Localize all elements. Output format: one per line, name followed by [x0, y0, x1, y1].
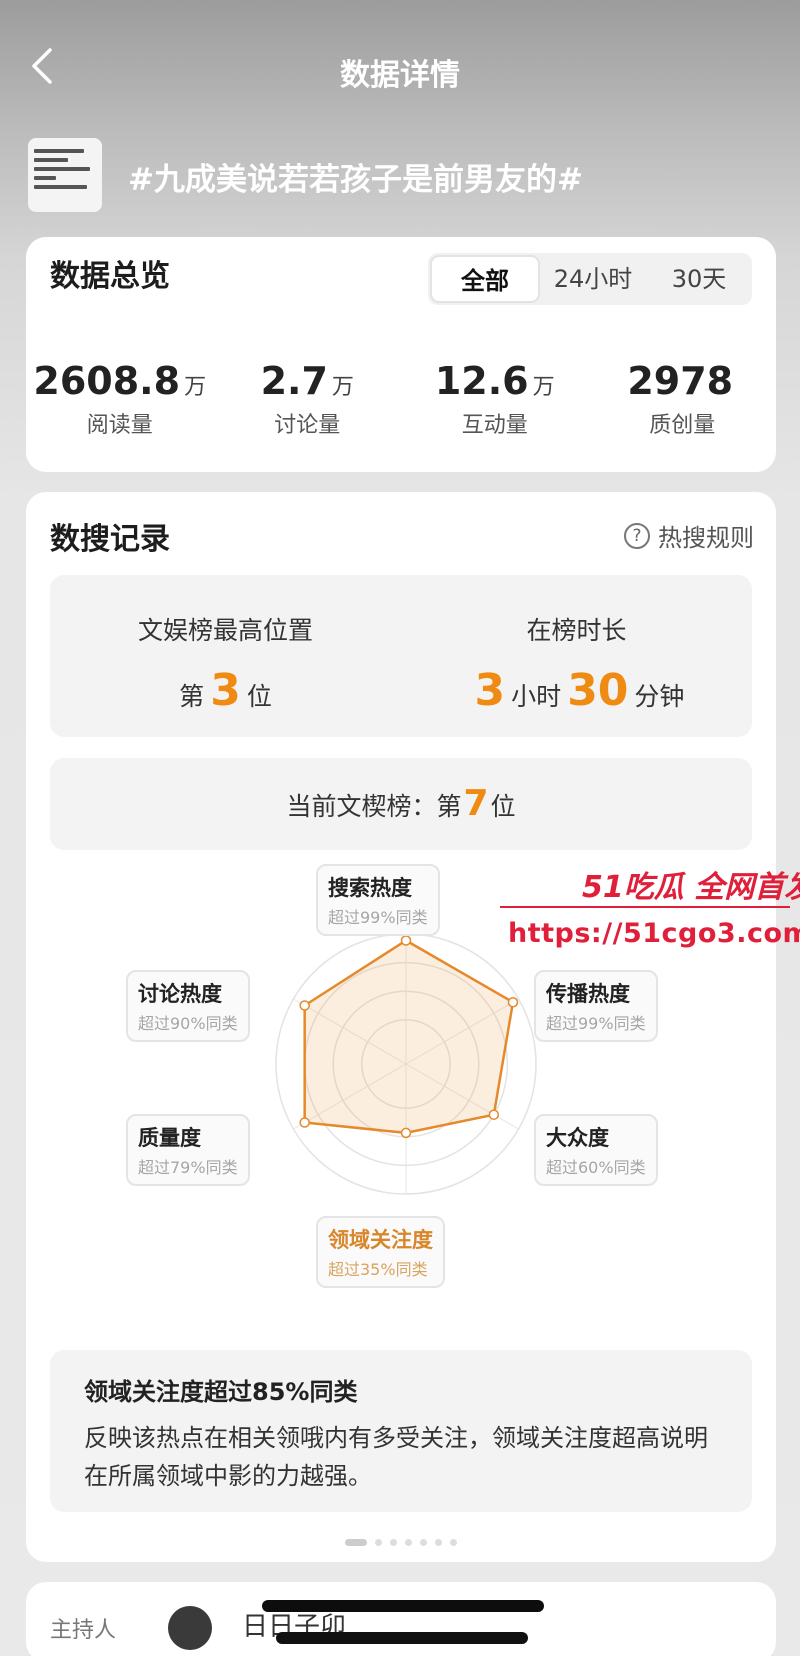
stat-unit: 万: [184, 375, 207, 400]
rules-label: 热搜规则: [658, 524, 754, 552]
tab-all[interactable]: 全部: [430, 255, 540, 303]
radar-label-sub: 超过99%同类: [546, 1014, 646, 1033]
watermark-brand: 51吃瓜 全网首发: [582, 870, 800, 905]
radar-point: [299, 1000, 310, 1011]
watermark-line: [500, 906, 790, 908]
best-position-heading: 文娱榜最高位置: [137, 616, 313, 645]
radar-label-name: 大众度: [546, 1126, 609, 1150]
radar-label-name: 传播热度: [546, 982, 630, 1006]
watermark: 51吃瓜 全网首发 https://51cgo3.com: [496, 862, 800, 962]
radar-label-sub: 超过60%同类: [546, 1158, 646, 1177]
page-dot[interactable]: [420, 1539, 427, 1546]
radar-label-search[interactable]: 搜索热度 超过99%同类: [316, 864, 440, 936]
rules-link[interactable]: ? 热搜规则: [624, 518, 754, 553]
stat-label: 阅读量: [86, 413, 153, 438]
page-title: 数据详情: [340, 58, 460, 93]
radar-label-sub: 超过90%同类: [138, 1014, 238, 1033]
stat-discussions: 2.7 万 讨论量: [214, 359, 402, 439]
radar-label-spread[interactable]: 传播热度 超过99%同类: [534, 970, 658, 1042]
stat-original: 2978 质创量: [589, 359, 777, 439]
stat-interactions: 12.6 万 互动量: [401, 359, 589, 439]
radar-label-name: 质量度: [138, 1126, 201, 1150]
overview-title: 数据总览: [50, 259, 170, 294]
stat-unit: 万: [532, 375, 555, 400]
radar-label-popularity[interactable]: 大众度 超过60%同类: [534, 1114, 658, 1186]
on-list-duration: 在榜时长 3 小时 30 分钟: [401, 611, 752, 716]
best-position-value: 3: [210, 665, 241, 716]
watermark-url: https://51cgo3.com: [508, 918, 800, 949]
best-position-prefix: 第: [179, 682, 205, 711]
radar-point: [299, 1117, 310, 1128]
duration-hours-unit: 小时: [511, 682, 562, 711]
hot-search-card: 数搜记录 ? 热搜规则 文娱榜最高位置 第3位 在榜时长 3 小时 30 分钟 当前文…: [26, 492, 776, 1562]
best-position-suffix: 位: [246, 682, 272, 711]
host-label: 主持人: [50, 1618, 117, 1643]
current-rank-suffix: 位: [490, 792, 516, 821]
stat-value: 12.6: [434, 359, 529, 403]
radar-point: [400, 935, 412, 946]
stat-label: 互动量: [461, 413, 528, 438]
time-range-tabs: 全部 24小时 30天: [428, 253, 752, 305]
page-dot[interactable]: [375, 1539, 382, 1546]
current-rank-prefix: 当前文楔榜：第: [286, 792, 462, 821]
duration-hours: 3: [474, 665, 506, 716]
stat-unit: 万: [331, 375, 354, 400]
page-indicator[interactable]: [26, 1532, 776, 1551]
radar-label-name: 讨论热度: [138, 982, 222, 1006]
question-circle-icon: ?: [624, 522, 650, 549]
duration-heading: 在榜时长: [526, 616, 627, 645]
stat-label: 质创量: [649, 413, 716, 438]
current-rank-box: 当前文楔榜：第7位: [50, 758, 752, 850]
best-position: 文娱榜最高位置 第3位: [50, 611, 401, 716]
page-dot[interactable]: [390, 1539, 397, 1546]
page-dot[interactable]: [405, 1539, 412, 1546]
stat-value: 2978: [627, 359, 734, 403]
page-dot[interactable]: [435, 1539, 442, 1546]
radar-label-quality[interactable]: 质量度 超过79%同类: [126, 1114, 250, 1186]
radar-label-name: 领域关注度: [328, 1228, 433, 1252]
stat-value: 2.7: [260, 359, 328, 403]
avatar[interactable]: [168, 1606, 212, 1650]
host-card: 主持人 日日子卯: [26, 1582, 776, 1656]
radar-area: [303, 939, 515, 1135]
topic-thumbnail: [28, 138, 102, 212]
radar-point: [400, 1127, 412, 1139]
radar-point: [488, 1109, 500, 1120]
rank-summary-box: 文娱榜最高位置 第3位 在榜时长 3 小时 30 分钟: [50, 575, 752, 737]
home-indicator[interactable]: [276, 1632, 528, 1644]
dimension-explanation: 领域关注度超过85%同类 反映该热点在相关领哦内有多受关注，领域关注度超高说明在…: [50, 1350, 752, 1512]
stat-label: 讨论量: [274, 413, 341, 438]
overview-stats: 2608.8 万 阅读量 2.7 万 讨论量 12.6 万 互动量 2978 质创量: [26, 359, 776, 439]
overlay-bar: [262, 1600, 544, 1612]
radar-label-sub: 超过79%同类: [138, 1158, 238, 1177]
explanation-title: 领域关注度超过85%同类: [84, 1378, 358, 1406]
radar-point: [507, 997, 519, 1008]
hot-search-title: 数搜记录: [50, 522, 170, 557]
radar-label-sub: 超过35%同类: [328, 1260, 428, 1279]
explanation-text: 反映该热点在相关领哦内有多受关注，领域关注度超高说明在所属领域中影的力越强。: [84, 1424, 708, 1490]
overview-card: 数据总览 全部 24小时 30天 2608.8 万 阅读量 2.7 万 讨论量 12…: [26, 237, 776, 472]
current-rank-value: 7: [463, 783, 489, 824]
topic-title: #九成美说若若孩子是前男友的#: [128, 162, 583, 198]
nav-bar: 数据详情: [0, 0, 800, 135]
page-dot[interactable]: [450, 1539, 457, 1546]
duration-minutes-unit: 分钟: [634, 682, 685, 711]
stat-value: 2608.8: [33, 359, 181, 403]
topic-header: #九成美说若若孩子是前男友的#: [28, 138, 788, 212]
radar-label-name: 搜索热度: [328, 876, 412, 900]
page-dot[interactable]: [345, 1539, 367, 1546]
duration-minutes: 30: [567, 665, 629, 716]
tab-30d[interactable]: 30天: [646, 255, 752, 303]
radar-label-sub: 超过99%同类: [328, 908, 428, 927]
radar-label-domain-attention[interactable]: 领域关注度 超过35%同类: [316, 1216, 445, 1288]
tab-24h[interactable]: 24小时: [540, 255, 646, 303]
radar-label-discussion[interactable]: 讨论热度 超过90%同类: [126, 970, 250, 1042]
stat-reads: 2608.8 万 阅读量: [26, 359, 214, 439]
